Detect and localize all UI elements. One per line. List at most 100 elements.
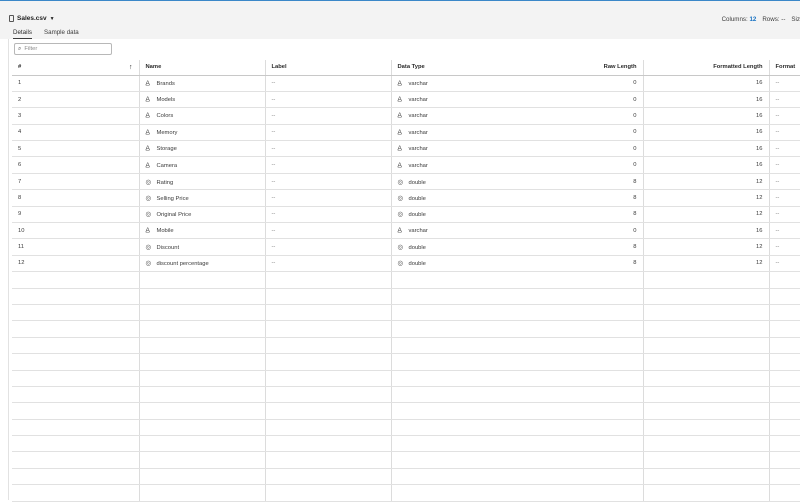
col-header-raw-length[interactable]: Raw Length [517,60,643,76]
empty-row [12,353,800,371]
tab-sample-data[interactable]: Sample data [44,28,79,38]
character-type-icon: A̲ [145,161,150,169]
cell-label: -- [264,173,391,191]
cell-label: -- [264,107,391,125]
columns-table: # ↑ Name Label Data Type Raw Length Forma… [12,60,800,502]
table-row[interactable]: 12 ◎ discount percentage -- ◎ double 8 12 -- [12,255,800,273]
cell-raw-length: 0 [517,75,643,92]
cell-raw-length: 8 [517,173,643,191]
table-row[interactable]: 3 A̲ Colors -- A̲ varchar 0 16 -- [12,107,800,125]
table-row[interactable]: 10 A̲ Mobile -- A̲ varchar 0 16 -- [12,222,800,240]
cell-raw-length: 0 [517,124,643,142]
col-header-label[interactable]: Label [264,60,391,76]
tab-bar: Details Sample data [0,27,800,39]
cell-num: 5 [12,140,139,158]
numeric-type-icon: ◎ [397,260,404,268]
cell-raw-length: 8 [517,189,643,207]
cell-raw-length: 0 [517,140,643,158]
cell-type: ◎ double [390,206,517,224]
cell-type: ◎ double [390,255,517,273]
cell-label: -- [264,75,391,92]
cell-name: A̲ Camera [138,156,265,174]
numeric-type-icon: ◎ [397,194,404,202]
tab-details[interactable]: Details [13,28,32,39]
empty-row [12,402,800,420]
empty-row [12,484,800,502]
character-type-icon: A̲ [397,112,402,120]
character-type-icon: A̲ [145,227,150,235]
cell-type: A̲ varchar [390,124,517,142]
cell-name: ◎ Original Price [138,206,265,224]
cell-name: ◎ Discount [138,238,265,256]
cell-num: 3 [12,107,139,125]
rows-count: -- [781,16,786,23]
cell-num: 4 [12,124,139,142]
empty-row [12,419,800,437]
sort-ascending-icon[interactable]: ↑ [129,64,133,71]
numeric-type-icon: ◎ [397,178,404,186]
character-type-icon: A̲ [145,112,150,120]
cell-label: -- [264,206,391,224]
character-type-icon: A̲ [145,96,150,104]
cell-num: 12 [12,255,139,273]
cell-formatted-length: 12 [642,255,769,273]
cell-num: 2 [12,91,139,109]
col-header-name[interactable]: Name [138,60,265,76]
cell-name: ◎ Selling Price [138,189,265,207]
numeric-type-icon: ◎ [145,194,152,202]
cell-raw-length: 0 [517,91,643,109]
cell-formatted-length: 16 [642,156,769,174]
col-header-type[interactable]: Data Type [390,60,517,76]
cell-format: -- [768,156,800,174]
table-row[interactable]: 4 A̲ Memory -- A̲ varchar 0 16 -- [12,124,800,142]
table-row[interactable]: 1 A̲ Brands -- A̲ varchar 0 16 -- [12,75,800,92]
table-row[interactable]: 5 A̲ Storage -- A̲ varchar 0 16 -- [12,140,800,158]
table-row[interactable]: 2 A̲ Models -- A̲ varchar 0 16 -- [12,91,800,109]
empty-row [12,468,800,486]
cell-name: A̲ Mobile [138,222,265,240]
cell-label: -- [264,124,391,142]
numeric-type-icon: ◎ [145,244,152,252]
cell-name: ◎ discount percentage [138,255,265,273]
cell-type: ◎ double [390,238,517,256]
cell-format: -- [768,255,800,273]
table-row[interactable]: 6 A̲ Camera -- A̲ varchar 0 16 -- [12,156,800,174]
cell-raw-length: 8 [517,255,643,273]
character-type-icon: A̲ [397,79,402,87]
cell-raw-length: 8 [517,206,643,224]
cell-name: A̲ Brands [138,75,265,92]
numeric-type-icon: ◎ [145,178,152,186]
table-row[interactable]: 11 ◎ Discount -- ◎ double 8 12 -- [12,238,800,256]
col-header-num[interactable]: # ↑ [12,60,139,76]
cell-raw-length: 0 [517,156,643,174]
character-type-icon: A̲ [397,96,402,104]
cell-formatted-length: 16 [642,75,769,92]
cell-format: -- [768,189,800,207]
table-row[interactable]: 9 ◎ Original Price -- ◎ double 8 12 -- [12,206,800,224]
cell-name: A̲ Colors [138,107,265,125]
cell-format: -- [768,75,800,92]
chevron-down-icon[interactable]: ▼ [50,16,55,22]
col-header-format[interactable]: Format [768,60,800,76]
empty-row [12,304,800,322]
filter-box[interactable]: ⌕ [14,43,112,55]
character-type-icon: A̲ [145,79,150,87]
filter-input[interactable] [24,46,105,52]
cell-formatted-length: 16 [642,91,769,109]
cell-formatted-length: 12 [642,238,769,256]
cell-formatted-length: 16 [642,222,769,240]
cell-label: -- [264,238,391,256]
cell-raw-length: 0 [517,107,643,125]
col-header-formatted-length[interactable]: Formatted Length [642,60,769,76]
cell-num: 8 [12,189,139,207]
file-title[interactable]: Sales.csv ▼ [9,15,55,22]
table-row[interactable]: 8 ◎ Selling Price -- ◎ double 8 12 -- [12,189,800,207]
cell-formatted-length: 12 [642,206,769,224]
cell-num: 6 [12,156,139,174]
cell-format: -- [768,238,800,256]
empty-row [12,386,800,404]
numeric-type-icon: ◎ [145,211,152,219]
table-row[interactable]: 7 ◎ Rating -- ◎ double 8 12 -- [12,173,800,191]
cell-type: A̲ varchar [390,75,517,92]
cell-name: A̲ Storage [138,140,265,158]
